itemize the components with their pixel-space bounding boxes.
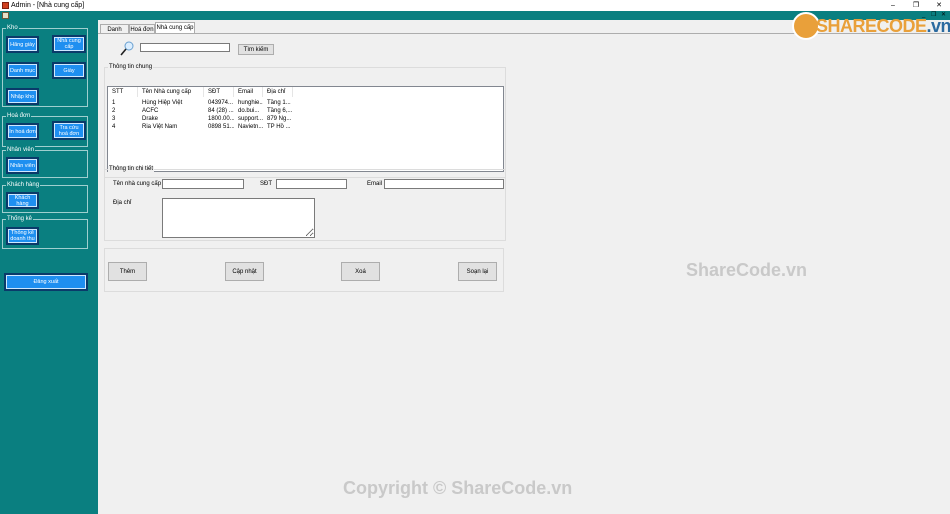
cell-phone: 84 (28) ... (208, 108, 234, 114)
cell-stt: 3 (112, 116, 116, 122)
sidebar-button-nhan-vien[interactable]: Nhân viên (6, 157, 39, 174)
minimize-button[interactable]: – (882, 0, 904, 11)
main-content: Danh mục Hoá đơn Nhà cung cấp Tìm kiếm T… (98, 20, 950, 514)
cell-address: 879 Ng... (267, 116, 292, 122)
phone-field[interactable] (276, 179, 347, 189)
mdi-child-icon[interactable] (2, 12, 9, 19)
cell-email: hunghie... (238, 100, 263, 106)
cell-email: support... (238, 116, 263, 122)
group-title-thong-ke: Thống kê (6, 215, 34, 223)
cell-name: Hùng Hiệp Việt (142, 100, 183, 106)
sidebar-button-danh-muc[interactable]: Danh mục (6, 62, 39, 79)
cell-stt: 4 (112, 124, 116, 130)
logo-text: SHARECODE.vn (816, 16, 950, 36)
supplier-form: Tìm kiếm Thông tin chung STT Tên Nhà cun… (98, 34, 950, 514)
name-field[interactable] (162, 179, 244, 189)
table-row[interactable]: 3 Drake 1800.00... support... 879 Ng... (108, 115, 298, 123)
window-title: Admin - [Nhà cung cấp] (11, 2, 85, 9)
cell-name: Ria Việt Nam (142, 124, 178, 130)
name-label: Tên nhà cung cấp (113, 181, 162, 187)
group-thong-ke: Thống kê Thống kê doanh thu (2, 215, 88, 249)
cell-phone: 1800.00... (208, 116, 234, 122)
add-button[interactable]: Thêm (108, 262, 147, 281)
sidebar: Kho Hãng giày Nhà cung cấp Danh mục Giày… (0, 20, 98, 514)
sidebar-button-nhap-kho[interactable]: Nhập kho (6, 88, 39, 105)
sidebar-button-hang-giay[interactable]: Hãng giày (6, 36, 39, 53)
cell-email: do.bui... (238, 108, 260, 114)
group-nhan-vien: Nhân viên Nhân viên (2, 146, 88, 178)
column-header[interactable]: STT (108, 87, 138, 97)
email-field[interactable] (384, 179, 504, 189)
address-label: Địa chỉ (113, 200, 132, 206)
sidebar-button-in-hoa-don[interactable]: In hoá đơn (6, 123, 39, 140)
group-hoa-don: Hoá đơn In hoá đơn Tra cứu hoá đơn (2, 112, 88, 147)
sidebar-button-tra-cuu-hoa-don[interactable]: Tra cứu hoá đơn (52, 121, 86, 140)
column-header[interactable]: Địa chỉ (263, 87, 293, 97)
app-icon (2, 2, 9, 9)
delete-button[interactable]: Xoá (341, 262, 380, 281)
sharecode-logo: SHARECODE.vn (792, 12, 950, 42)
actions-group (104, 248, 504, 292)
logout-button[interactable]: Đăng xuất (4, 273, 88, 291)
column-header[interactable]: Tên Nhà cung cấp (138, 87, 204, 97)
cell-phone: 043974... (208, 100, 234, 106)
table-row[interactable]: 1 Hùng Hiệp Việt 043974... hunghie... Tầ… (108, 99, 298, 107)
close-button[interactable]: ✕ (928, 0, 950, 11)
group-khach-hang: Khách hàng Khách hàng (2, 181, 88, 213)
search-icon (120, 41, 134, 56)
cell-address: TP Hồ ... (267, 124, 291, 130)
cell-phone: 0898 51... (208, 124, 234, 130)
email-label: Email (367, 181, 383, 187)
detail-info-legend: Thông tin chi tiết (108, 166, 155, 173)
list-header: STT Tên Nhà cung cấp SĐT Email Địa chỉ (108, 87, 298, 97)
reset-button[interactable]: Soạn lại (458, 262, 497, 281)
group-title-kho: Kho (6, 24, 19, 32)
cell-name: ACFC (142, 108, 159, 114)
watermark-copyright: Copyright © ShareCode.vn (343, 478, 573, 498)
sidebar-button-giay[interactable]: Giày (52, 62, 86, 79)
title-bar: Admin - [Nhà cung cấp] – ❐ ✕ (0, 0, 950, 11)
sidebar-button-thong-ke-doanh-thu[interactable]: Thống kê doanh thu (6, 227, 39, 245)
cell-address: Tầng 6,... (267, 108, 293, 114)
column-header[interactable]: Email (234, 87, 263, 97)
table-row[interactable]: 2 ACFC 84 (28) ... do.bui... Tầng 6,... (108, 107, 298, 115)
cell-stt: 1 (112, 100, 116, 106)
sidebar-button-nha-cung-cap[interactable]: Nhà cung cấp (52, 35, 86, 53)
address-field[interactable] (162, 198, 315, 238)
search-input[interactable] (140, 43, 230, 52)
cell-name: Drake (142, 116, 159, 122)
group-kho: Kho Hãng giày Nhà cung cấp Danh mục Giày… (2, 24, 88, 107)
group-title-khach-hang: Khách hàng (6, 181, 41, 189)
column-header[interactable]: SĐT (204, 87, 234, 97)
watermark-middle: ShareCode.vn (686, 260, 808, 280)
phone-label: SĐT (260, 181, 272, 187)
cell-address: Tầng 1... (267, 100, 291, 106)
update-button[interactable]: Cập nhật (225, 262, 264, 281)
group-title-hoa-don: Hoá đơn (6, 112, 32, 120)
cell-email: Navietn... (238, 124, 263, 130)
cell-stt: 2 (112, 108, 116, 114)
general-info-legend: Thông tin chung (108, 64, 154, 71)
supplier-list[interactable]: STT Tên Nhà cung cấp SĐT Email Địa chỉ 1… (107, 86, 504, 172)
group-title-nhan-vien: Nhân viên (6, 146, 36, 154)
maximize-button[interactable]: ❐ (905, 0, 927, 11)
search-button[interactable]: Tìm kiếm (238, 44, 274, 55)
table-row[interactable]: 4 Ria Việt Nam 0898 51... Navietn... TP … (108, 123, 298, 131)
sidebar-button-khach-hang[interactable]: Khách hàng (6, 192, 39, 209)
